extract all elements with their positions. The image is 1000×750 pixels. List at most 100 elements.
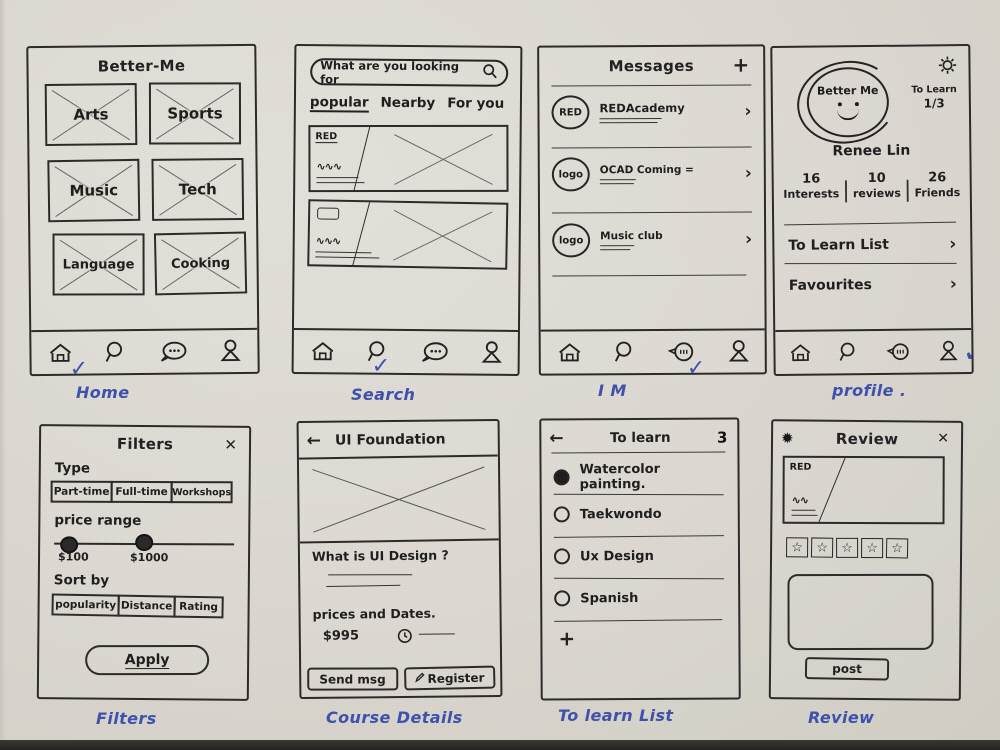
to-learn-item-ux-design[interactable]: Ux Design xyxy=(542,547,738,565)
card-label: RED xyxy=(315,131,338,144)
tab-for-you[interactable]: For you xyxy=(447,95,504,113)
screen-profile: Better Me To Learn 1/3 Renee Lin 16 Inte… xyxy=(770,43,974,400)
register-button[interactable]: Register xyxy=(403,665,495,691)
tile-arts[interactable]: Arts xyxy=(44,83,138,147)
send-message-button[interactable]: Send msg xyxy=(307,667,398,691)
new-message-button[interactable]: + xyxy=(732,52,749,76)
checkbox-checked-icon[interactable] xyxy=(553,469,570,486)
divider xyxy=(552,211,753,214)
search-icon[interactable] xyxy=(613,340,635,364)
page-title: UI Foundation xyxy=(334,431,446,449)
tile-music[interactable]: Music xyxy=(47,158,141,223)
option-workshops[interactable]: Workshops xyxy=(170,481,233,504)
person-icon[interactable] xyxy=(480,341,502,365)
tile-tech[interactable]: Tech xyxy=(151,157,245,221)
divider xyxy=(552,274,747,277)
option-part-time[interactable]: Part-time xyxy=(50,480,113,503)
star-icon[interactable]: ☆ xyxy=(810,537,834,558)
tab-popular[interactable]: popular xyxy=(309,94,369,113)
page-title: Review xyxy=(835,429,899,449)
section-heading: What is UI Design ? xyxy=(311,547,449,564)
apply-button[interactable]: Apply xyxy=(85,644,210,676)
tab-nearby[interactable]: Nearby xyxy=(380,95,435,113)
stat-reviews[interactable]: 10 reviews xyxy=(853,171,901,202)
home-icon[interactable] xyxy=(309,340,335,362)
home-icon[interactable] xyxy=(788,342,812,364)
item-count-badge: 3 xyxy=(716,428,728,447)
search-icon[interactable] xyxy=(105,340,127,364)
active-nav-check: ✓ xyxy=(69,356,89,377)
message-thread-ocad[interactable]: logo OCAD Coming = › xyxy=(540,156,764,192)
thread-name: Music club xyxy=(600,229,663,243)
star-icon[interactable]: ☆ xyxy=(861,538,884,559)
to-learn-item-watercolor[interactable]: Watercolor painting. xyxy=(541,461,737,492)
star-icon[interactable]: ☆ xyxy=(836,537,859,558)
to-learn-badge[interactable]: To Learn 1/3 xyxy=(911,84,957,112)
checkbox-icon[interactable] xyxy=(553,548,571,565)
chat-icon[interactable] xyxy=(158,341,188,363)
option-rating[interactable]: Rating xyxy=(173,595,224,619)
star-icon[interactable]: ☆ xyxy=(885,538,909,559)
post-button[interactable]: post xyxy=(804,657,890,681)
checkbox-icon[interactable] xyxy=(553,506,570,523)
text-line xyxy=(326,584,401,587)
paper-left-edge xyxy=(0,0,6,750)
add-item-button[interactable]: + xyxy=(558,626,575,650)
option-full-time[interactable]: Full-time xyxy=(110,480,173,504)
date-line xyxy=(418,633,455,635)
person-icon[interactable] xyxy=(220,339,242,363)
price-max-label: $1000 xyxy=(129,550,169,565)
text-line xyxy=(315,251,372,254)
tile-language[interactable]: Language xyxy=(52,233,145,296)
message-thread-music-club[interactable]: logo Music club › xyxy=(540,222,764,258)
stat-value: 16 xyxy=(802,171,821,187)
result-card-2[interactable]: ∿∿∿ xyxy=(307,199,509,270)
chat-icon[interactable] xyxy=(884,341,912,363)
filter-sort-label: Sort by xyxy=(53,572,110,589)
prices-heading: prices and Dates. xyxy=(312,605,436,622)
to-learn-item-spanish[interactable]: Spanish xyxy=(542,589,738,607)
back-arrow-icon[interactable]: ← xyxy=(549,428,563,448)
result-card-1[interactable]: RED ∿∿∿ xyxy=(308,124,509,193)
option-popularity[interactable]: popularity xyxy=(51,593,120,617)
search-icon[interactable] xyxy=(838,340,858,364)
person-icon[interactable] xyxy=(727,339,749,363)
star-rating[interactable]: ☆ ☆ ☆ ☆ ☆ xyxy=(786,537,909,559)
close-icon[interactable]: ✕ xyxy=(937,431,949,447)
active-nav-check: ✓ xyxy=(686,355,706,376)
search-phone-frame: What are you looking for popular Nearby … xyxy=(291,44,523,376)
star-icon[interactable]: ☆ xyxy=(786,537,809,558)
review-image[interactable]: RED ∿∿ xyxy=(782,455,945,525)
divider xyxy=(784,221,957,226)
back-arrow-icon[interactable]: ← xyxy=(307,431,321,451)
screen-caption: Course Details xyxy=(326,708,463,727)
stat-friends[interactable]: 26 Friends xyxy=(914,170,960,200)
gear-icon[interactable] xyxy=(936,54,958,80)
review-comment-input[interactable] xyxy=(787,573,934,651)
search-input[interactable]: What are you looking for xyxy=(310,58,509,87)
page-title: Messages xyxy=(608,56,694,76)
message-thread-red-academy[interactable]: RED REDAcademy › xyxy=(539,94,763,130)
close-icon[interactable]: ✕ xyxy=(224,436,237,454)
home-icon[interactable] xyxy=(556,341,582,363)
checkbox-icon[interactable] xyxy=(554,590,571,607)
price-slider-max-handle[interactable] xyxy=(135,533,154,552)
link-favourites[interactable]: Favourites › xyxy=(775,274,971,296)
image-label: RED xyxy=(789,461,812,473)
bottom-nav-search xyxy=(293,328,518,374)
chat-icon[interactable] xyxy=(419,341,449,363)
tile-sports[interactable]: Sports xyxy=(148,82,242,145)
im-phone-frame: Messages + RED REDAcademy › logo OCAD Co… xyxy=(537,44,767,376)
profile-phone-frame: Better Me To Learn 1/3 Renee Lin 16 Inte… xyxy=(770,43,974,377)
search-icon[interactable] xyxy=(482,64,498,83)
placeholder-cross xyxy=(313,466,485,533)
avatar: logo xyxy=(552,223,591,258)
to-learn-item-taekwondo[interactable]: Taekwondo xyxy=(542,505,738,523)
link-to-learn-list[interactable]: To Learn List › xyxy=(774,234,970,256)
option-distance[interactable]: Distance xyxy=(117,594,176,618)
review-phone-frame: ✹ Review ✕ RED ∿∿ ☆ ☆ ☆ ☆ ☆ post xyxy=(768,419,964,701)
person-icon[interactable] xyxy=(938,339,958,363)
stat-interests[interactable]: 16 Interests xyxy=(783,171,839,202)
item-label: Spanish xyxy=(580,590,639,606)
tile-cooking[interactable]: Cooking xyxy=(153,231,248,296)
